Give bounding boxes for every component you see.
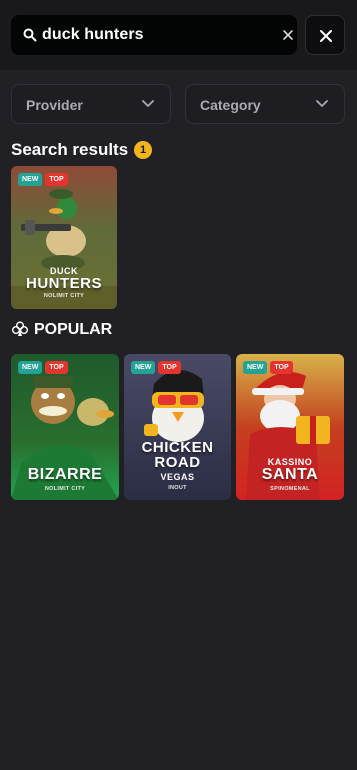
game-provider: INOUT	[168, 485, 187, 491]
chevron-down-icon	[316, 100, 328, 107]
close-icon	[320, 30, 332, 42]
category-dropdown[interactable]: Category	[185, 84, 345, 124]
top-badge: TOP	[45, 361, 68, 374]
game-badges: NEW TOP	[243, 361, 293, 374]
game-title: CHICKEN	[141, 439, 214, 456]
game-badges: NEW TOP	[18, 361, 68, 374]
clear-search-icon[interactable]	[282, 29, 294, 41]
top-badge: TOP	[270, 361, 293, 374]
new-badge: NEW	[243, 361, 268, 374]
new-badge: NEW	[131, 361, 156, 374]
provider-dropdown[interactable]: Provider	[11, 84, 171, 124]
game-provider: NOLIMIT CITY	[44, 486, 86, 492]
game-card-kassino-santa[interactable]: NEW TOP KASSINO SANTA SPINOMENAL	[236, 354, 344, 500]
search-input[interactable]: duck hunters	[11, 15, 297, 55]
game-title: HUNTERS	[25, 275, 102, 292]
game-card-bizarre[interactable]: NEW TOP BIZARRE NOLIMIT CITY	[11, 354, 119, 500]
game-title: BIZARRE	[27, 466, 103, 483]
game-badges: NEW TOP	[131, 361, 181, 374]
game-card-chicken-road[interactable]: NEW TOP CHICKEN ROAD VEGAS INOUT	[124, 354, 231, 500]
game-subtitle: VEGAS	[160, 472, 195, 482]
club-icon	[12, 321, 28, 336]
top-badge: TOP	[45, 173, 68, 186]
header-bar: duck hunters	[0, 0, 357, 70]
provider-dropdown-label: Provider	[26, 97, 83, 113]
search-icon	[23, 28, 37, 42]
game-card-duck-hunters[interactable]: NEW TOP DUCK HUNTERS NOLIMIT CITY	[11, 166, 117, 309]
top-badge: TOP	[158, 361, 181, 374]
new-badge: NEW	[18, 361, 43, 374]
game-title-line2: ROAD	[154, 454, 201, 471]
game-badges: NEW TOP	[18, 173, 68, 186]
game-provider: SPINOMENAL	[270, 486, 310, 492]
game-provider: NOLIMIT CITY	[43, 293, 85, 299]
search-results-title: Search results	[11, 140, 129, 159]
chevron-down-icon	[142, 100, 154, 107]
new-badge: NEW	[18, 173, 43, 186]
popular-title: POPULAR	[34, 321, 113, 338]
game-title: SANTA	[261, 466, 319, 483]
results-count-badge: 1	[134, 141, 152, 159]
search-value[interactable]: duck hunters	[42, 26, 144, 44]
category-dropdown-label: Category	[200, 97, 261, 113]
close-search-button[interactable]	[305, 15, 345, 55]
